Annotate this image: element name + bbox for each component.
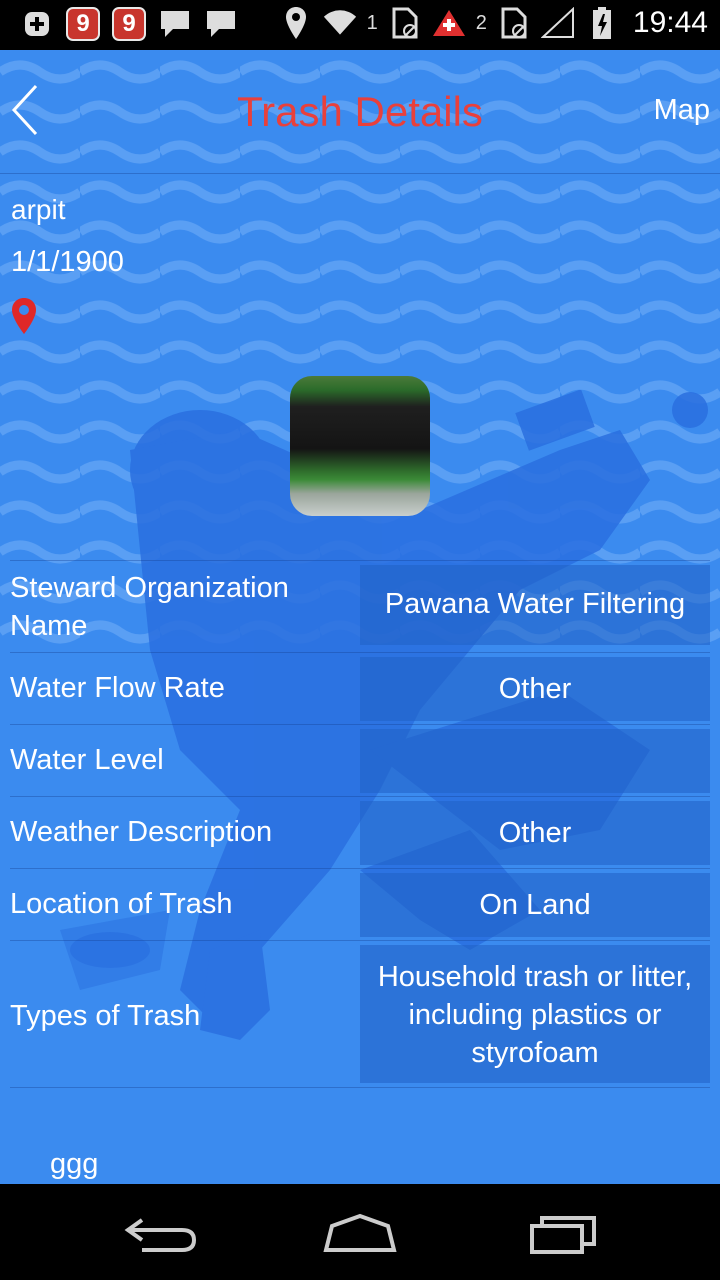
row-label: Types of Trash	[10, 1000, 201, 1032]
message-icon	[158, 7, 192, 41]
location-icon	[279, 6, 313, 40]
navigation-bar	[0, 1184, 720, 1280]
app-notification-icon: 9	[112, 7, 146, 41]
table-row: Steward Organization Name Pawana Water F…	[10, 560, 710, 652]
sim2-label: 2	[475, 11, 487, 34]
header-bar: Trash Details Map	[0, 50, 720, 174]
message-icon	[204, 7, 238, 41]
battery-icon	[585, 6, 619, 40]
trash-details-screen: Trash Details Map arpit 1/1/1900 Steward…	[0, 50, 720, 1184]
alert-icon	[432, 6, 466, 40]
signal-icon	[540, 6, 575, 40]
row-label: Water Flow Rate	[10, 672, 225, 704]
row-value: Other	[360, 657, 710, 721]
sim-card-icon	[497, 6, 531, 40]
row-label: Steward Organization Name	[10, 572, 289, 642]
notes-text: ggg	[50, 1148, 99, 1180]
row-value: Pawana Water Filtering	[360, 565, 710, 645]
sim-card-icon	[388, 6, 422, 40]
details-table: Steward Organization Name Pawana Water F…	[10, 560, 710, 1088]
back-arrow-icon	[124, 1218, 197, 1252]
recent-apps-icon	[530, 1216, 596, 1254]
page-title: Trash Details	[237, 88, 483, 135]
row-label: Weather Description	[10, 816, 273, 848]
row-label: Location of Trash	[10, 888, 233, 920]
table-row: Types of Trash Household trash or litter…	[10, 940, 710, 1088]
home-icon	[323, 1213, 397, 1252]
wifi-icon	[323, 6, 357, 40]
trash-photo-thumbnail[interactable]	[290, 376, 430, 516]
row-value: On Land	[360, 873, 710, 937]
recents-nav-button[interactable]	[524, 1212, 604, 1256]
location-pin-icon[interactable]	[10, 296, 38, 336]
status-bar: 9 9 1 2 19:44	[0, 0, 720, 50]
table-row: Water Level	[10, 724, 710, 796]
app-notification-icon: 9	[66, 7, 100, 41]
home-nav-button[interactable]	[320, 1212, 400, 1256]
report-date: 1/1/1900	[11, 246, 124, 278]
table-row: Weather Description Other	[10, 796, 710, 868]
reporter-name: arpit	[11, 194, 66, 225]
table-row: Location of Trash On Land	[10, 868, 710, 940]
add-notification-icon	[20, 7, 54, 41]
row-value: Other	[360, 801, 710, 865]
row-label: Water Level	[10, 744, 164, 776]
map-button[interactable]: Map	[654, 94, 710, 127]
sim1-label: 1	[366, 11, 378, 34]
row-value: Household trash or litter, including pla…	[360, 945, 710, 1083]
row-value	[360, 729, 710, 793]
clock: 19:44	[632, 6, 708, 39]
back-nav-button[interactable]	[122, 1212, 202, 1256]
table-row: Water Flow Rate Other	[10, 652, 710, 724]
